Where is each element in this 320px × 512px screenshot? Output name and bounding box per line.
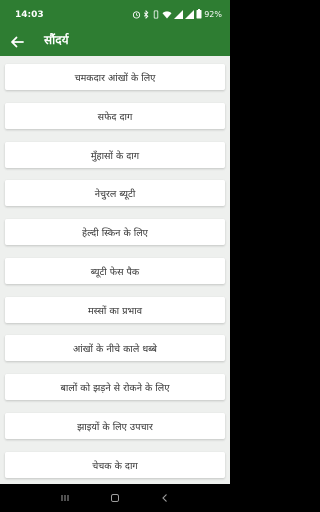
battery-percent: 92% [204,9,222,19]
list-item[interactable]: हेल्दी स्किन के लिए [5,219,225,245]
list-item[interactable]: बालों को झड़ने से रोकने के लिए [5,374,225,400]
list-item[interactable]: चेचक के दाग [5,452,225,478]
app-bar: सौंदर्य [0,28,230,56]
back-icon[interactable] [160,493,170,503]
alarm-icon [133,10,141,19]
battery-icon [196,9,202,19]
list-item[interactable]: सफेद दाग [5,103,225,129]
status-icons: 92% [132,9,222,19]
back-arrow-icon[interactable] [8,33,26,51]
home-icon[interactable] [110,493,120,503]
list-item[interactable]: झाइयों के लिए उपचार [5,413,225,439]
status-bar: 14:03 92% [0,0,230,28]
page-title: सौंदर्य [44,33,69,47]
list-item[interactable]: चमकदार आंखों के लिए [5,64,225,90]
vibrate-icon [154,9,159,19]
status-time: 14:03 [15,10,44,20]
list-item[interactable]: नेचुरल ब्यूटी [5,180,225,206]
app-screen: 14:03 92% सौंदर्य चमकदार आंखों के लिए सफ… [0,0,230,512]
signal-icon-2 [185,9,195,19]
system-nav-bar [0,484,230,512]
signal-icon [174,9,184,19]
wifi-icon [162,10,172,18]
list-item[interactable]: ब्यूटी फेस पैक [5,258,225,284]
list-item[interactable]: मुँहासों के दाग [5,142,225,168]
list-item[interactable]: मस्सों का प्रभाव [5,297,225,323]
recents-icon[interactable] [60,493,70,503]
list-item[interactable]: आंखों के नीचे काले धब्बे [5,335,225,361]
bluetooth-icon [144,9,149,19]
